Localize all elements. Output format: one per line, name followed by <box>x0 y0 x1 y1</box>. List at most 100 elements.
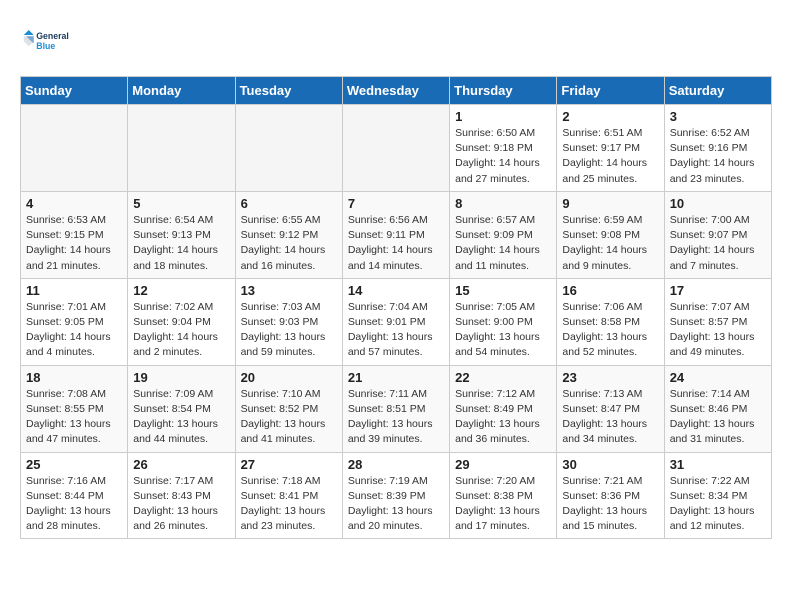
header-friday: Friday <box>557 77 664 105</box>
day-number: 18 <box>26 370 122 385</box>
day-info: Sunrise: 7:17 AM Sunset: 8:43 PM Dayligh… <box>133 474 229 535</box>
day-info: Sunrise: 6:50 AM Sunset: 9:18 PM Dayligh… <box>455 126 551 187</box>
day-info: Sunrise: 7:18 AM Sunset: 8:41 PM Dayligh… <box>241 474 337 535</box>
calendar-cell <box>128 105 235 192</box>
day-info: Sunrise: 7:12 AM Sunset: 8:49 PM Dayligh… <box>455 387 551 448</box>
calendar-week-row: 11 Sunrise: 7:01 AM Sunset: 9:05 PM Dayli… <box>21 278 772 365</box>
day-info: Sunrise: 7:05 AM Sunset: 9:00 PM Dayligh… <box>455 300 551 361</box>
day-number: 24 <box>670 370 766 385</box>
day-number: 1 <box>455 109 551 124</box>
header-tuesday: Tuesday <box>235 77 342 105</box>
day-info: Sunrise: 6:56 AM Sunset: 9:11 PM Dayligh… <box>348 213 444 274</box>
day-info: Sunrise: 6:51 AM Sunset: 9:17 PM Dayligh… <box>562 126 658 187</box>
day-info: Sunrise: 7:07 AM Sunset: 8:57 PM Dayligh… <box>670 300 766 361</box>
day-info: Sunrise: 7:08 AM Sunset: 8:55 PM Dayligh… <box>26 387 122 448</box>
day-info: Sunrise: 7:10 AM Sunset: 8:52 PM Dayligh… <box>241 387 337 448</box>
calendar-cell: 6 Sunrise: 6:55 AM Sunset: 9:12 PM Daylig… <box>235 191 342 278</box>
header-wednesday: Wednesday <box>342 77 449 105</box>
calendar-cell: 27 Sunrise: 7:18 AM Sunset: 8:41 PM Dayli… <box>235 452 342 539</box>
day-number: 22 <box>455 370 551 385</box>
day-number: 20 <box>241 370 337 385</box>
calendar-cell: 11 Sunrise: 7:01 AM Sunset: 9:05 PM Dayli… <box>21 278 128 365</box>
day-number: 8 <box>455 196 551 211</box>
calendar-cell: 21 Sunrise: 7:11 AM Sunset: 8:51 PM Dayli… <box>342 365 449 452</box>
day-number: 21 <box>348 370 444 385</box>
day-number: 10 <box>670 196 766 211</box>
day-number: 27 <box>241 457 337 472</box>
day-number: 23 <box>562 370 658 385</box>
day-info: Sunrise: 7:19 AM Sunset: 8:39 PM Dayligh… <box>348 474 444 535</box>
calendar-cell: 12Sunrise: 7:02 AM Sunset: 9:04 PM Dayli… <box>128 278 235 365</box>
day-info: Sunrise: 7:16 AM Sunset: 8:44 PM Dayligh… <box>26 474 122 535</box>
calendar-cell: 16 Sunrise: 7:06 AM Sunset: 8:58 PM Dayli… <box>557 278 664 365</box>
day-info: Sunrise: 6:53 AM Sunset: 9:15 PM Dayligh… <box>26 213 122 274</box>
day-info: Sunrise: 7:21 AM Sunset: 8:36 PM Dayligh… <box>562 474 658 535</box>
calendar-cell: 24 Sunrise: 7:14 AM Sunset: 8:46 PM Dayli… <box>664 365 771 452</box>
logo-svg: General Blue <box>20 20 70 60</box>
day-info: Sunrise: 7:00 AM Sunset: 9:07 PM Dayligh… <box>670 213 766 274</box>
calendar-cell <box>235 105 342 192</box>
day-number: 13 <box>241 283 337 298</box>
day-number: 17 <box>670 283 766 298</box>
day-info: Sunrise: 6:52 AM Sunset: 9:16 PM Dayligh… <box>670 126 766 187</box>
calendar-cell: 29Sunrise: 7:20 AM Sunset: 8:38 PM Dayli… <box>450 452 557 539</box>
day-info: Sunrise: 7:13 AM Sunset: 8:47 PM Dayligh… <box>562 387 658 448</box>
calendar-cell: 23 Sunrise: 7:13 AM Sunset: 8:47 PM Dayli… <box>557 365 664 452</box>
day-info: Sunrise: 7:06 AM Sunset: 8:58 PM Dayligh… <box>562 300 658 361</box>
logo: General Blue <box>20 20 70 60</box>
day-number: 11 <box>26 283 122 298</box>
day-number: 4 <box>26 196 122 211</box>
calendar-week-row: 25 Sunrise: 7:16 AM Sunset: 8:44 PM Dayli… <box>21 452 772 539</box>
day-number: 25 <box>26 457 122 472</box>
calendar-cell: 5 Sunrise: 6:54 AM Sunset: 9:13 PM Daylig… <box>128 191 235 278</box>
calendar-week-row: 18 Sunrise: 7:08 AM Sunset: 8:55 PM Dayli… <box>21 365 772 452</box>
day-info: Sunrise: 6:59 AM Sunset: 9:08 PM Dayligh… <box>562 213 658 274</box>
day-number: 15 <box>455 283 551 298</box>
day-info: Sunrise: 7:03 AM Sunset: 9:03 PM Dayligh… <box>241 300 337 361</box>
calendar-cell: 2 Sunrise: 6:51 AM Sunset: 9:17 PM Daylig… <box>557 105 664 192</box>
day-number: 19 <box>133 370 229 385</box>
day-info: Sunrise: 7:01 AM Sunset: 9:05 PM Dayligh… <box>26 300 122 361</box>
calendar-cell: 10 Sunrise: 7:00 AM Sunset: 9:07 PM Dayli… <box>664 191 771 278</box>
day-number: 14 <box>348 283 444 298</box>
calendar-cell: 30 Sunrise: 7:21 AM Sunset: 8:36 PM Dayli… <box>557 452 664 539</box>
day-number: 6 <box>241 196 337 211</box>
calendar-header-row: SundayMondayTuesdayWednesdayThursdayFrid… <box>21 77 772 105</box>
header-saturday: Saturday <box>664 77 771 105</box>
day-number: 9 <box>562 196 658 211</box>
day-info: Sunrise: 7:14 AM Sunset: 8:46 PM Dayligh… <box>670 387 766 448</box>
svg-text:General: General <box>36 31 69 41</box>
calendar-cell: 8Sunrise: 6:57 AM Sunset: 9:09 PM Daylig… <box>450 191 557 278</box>
day-info: Sunrise: 7:11 AM Sunset: 8:51 PM Dayligh… <box>348 387 444 448</box>
calendar-week-row: 1 Sunrise: 6:50 AM Sunset: 9:18 PM Daylig… <box>21 105 772 192</box>
day-number: 16 <box>562 283 658 298</box>
calendar-cell: 15 Sunrise: 7:05 AM Sunset: 9:00 PM Dayli… <box>450 278 557 365</box>
calendar-cell: 22 Sunrise: 7:12 AM Sunset: 8:49 PM Dayli… <box>450 365 557 452</box>
calendar-cell: 19 Sunrise: 7:09 AM Sunset: 8:54 PM Dayli… <box>128 365 235 452</box>
day-number: 30 <box>562 457 658 472</box>
header-monday: Monday <box>128 77 235 105</box>
calendar-cell: 13 Sunrise: 7:03 AM Sunset: 9:03 PM Dayli… <box>235 278 342 365</box>
header-sunday: Sunday <box>21 77 128 105</box>
calendar-cell: 1 Sunrise: 6:50 AM Sunset: 9:18 PM Daylig… <box>450 105 557 192</box>
calendar-cell: 17 Sunrise: 7:07 AM Sunset: 8:57 PM Dayli… <box>664 278 771 365</box>
day-info: Sunrise: 7:20 AM Sunset: 8:38 PM Dayligh… <box>455 474 551 535</box>
calendar-week-row: 4 Sunrise: 6:53 AM Sunset: 9:15 PM Daylig… <box>21 191 772 278</box>
day-number: 5 <box>133 196 229 211</box>
calendar-cell <box>342 105 449 192</box>
calendar-cell: 4 Sunrise: 6:53 AM Sunset: 9:15 PM Daylig… <box>21 191 128 278</box>
day-number: 31 <box>670 457 766 472</box>
svg-text:Blue: Blue <box>36 41 55 51</box>
day-info: Sunrise: 6:54 AM Sunset: 9:13 PM Dayligh… <box>133 213 229 274</box>
day-info: Sunrise: 7:09 AM Sunset: 8:54 PM Dayligh… <box>133 387 229 448</box>
calendar-cell: 26 Sunrise: 7:17 AM Sunset: 8:43 PM Dayli… <box>128 452 235 539</box>
day-number: 26 <box>133 457 229 472</box>
day-number: 2 <box>562 109 658 124</box>
day-info: Sunrise: 6:55 AM Sunset: 9:12 PM Dayligh… <box>241 213 337 274</box>
header-thursday: Thursday <box>450 77 557 105</box>
day-number: 28 <box>348 457 444 472</box>
calendar-cell: 18 Sunrise: 7:08 AM Sunset: 8:55 PM Dayli… <box>21 365 128 452</box>
calendar-cell: 25 Sunrise: 7:16 AM Sunset: 8:44 PM Dayli… <box>21 452 128 539</box>
calendar-cell: 9 Sunrise: 6:59 AM Sunset: 9:08 PM Daylig… <box>557 191 664 278</box>
page-header: General Blue <box>20 20 772 60</box>
